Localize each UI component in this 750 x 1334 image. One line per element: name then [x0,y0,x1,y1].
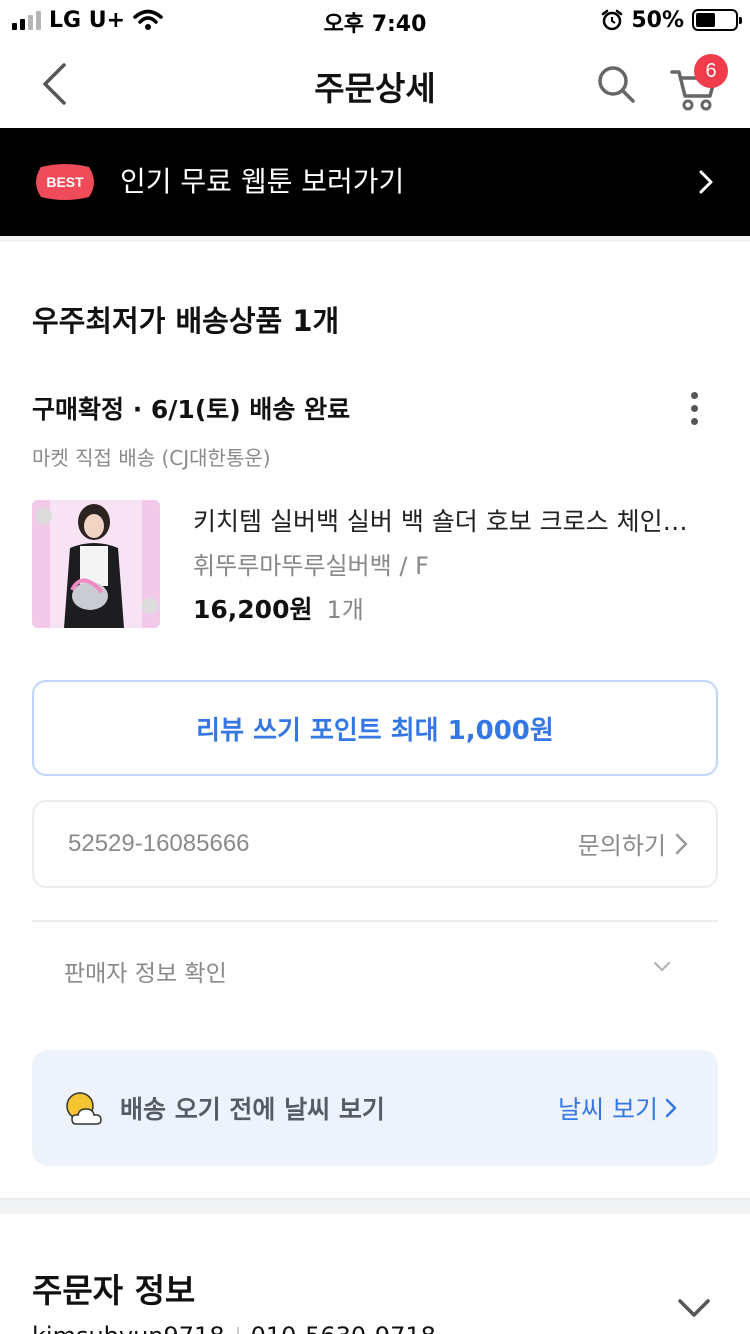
more-dot-icon [690,417,698,425]
product-name[interactable]: 키치템 실버백 실버 백 숄더 호보 크로스 체인… [193,502,693,538]
chevron-down-icon[interactable] [676,1296,712,1320]
seller-info-toggle[interactable]: 판매자 정보 확인 [32,932,718,1004]
seller-info-label: 판매자 정보 확인 [64,961,227,987]
status-bar: LG U+ 오후 7:40 50% [0,0,750,40]
battery-fill [696,13,715,27]
shipping-method: 마켓 직접 배송 (CJ대한통운) [32,446,271,470]
weather-text: 배송 오기 전에 날씨 보기 [120,1095,385,1124]
order-status: 구매확정 · 6/1(토) 배송 완료 [32,395,351,424]
webtoon-banner[interactable]: BEST 인기 무료 웹툰 보러가기 [0,128,750,236]
chevron-right-icon [675,833,688,854]
weather-link[interactable]: 날씨 보기 [558,1090,680,1126]
battery-icon [692,9,742,31]
product-quantity: 1개 [326,596,364,624]
product-image [32,500,160,628]
cart-button[interactable]: 6 [664,54,728,114]
order-number-box: 52529-16085666 문의하기 [32,800,718,888]
best-badge-icon: BEST [36,164,94,200]
more-dot-icon [690,404,698,412]
chevron-right-icon [665,1098,677,1118]
product-price-row: 16,200원 1개 [193,590,364,626]
section-title: 우주최저가 배송상품 1개 [32,304,340,338]
weather-sun-cloud-icon [66,1092,102,1125]
status-right: 50% [601,6,742,34]
write-review-button[interactable]: 리뷰 쓰기 포인트 최대 1,000원 [32,680,718,776]
orderer-id: kimsubyun9718 [32,1322,225,1334]
banner-text: 인기 무료 웹툰 보러가기 [120,165,405,198]
inquiry-button[interactable]: 문의하기 [578,826,692,861]
order-number: 52529-16085666 [68,830,250,857]
product-option: 휘뚜루마뚜루실버백 / F [193,552,429,580]
divider-line [32,920,718,922]
orderer-title: 주문자 정보 [32,1271,196,1310]
search-icon [598,66,635,103]
orderer-phone: 010-5630-9718 [251,1322,436,1334]
inquiry-label: 문의하기 [577,832,666,860]
section-divider [0,1198,750,1214]
battery-percent: 50% [631,7,684,33]
nav-bar: 주문상세 6 [0,40,750,128]
more-dot-icon [690,391,698,399]
chevron-right-icon [699,170,713,194]
weather-link-label: 날씨 보기 [558,1095,658,1124]
section-divider [0,236,750,242]
orderer-info: kimsubyun9718 010-5630-9718 [32,1322,436,1334]
search-button[interactable] [588,58,644,110]
best-badge-label: BEST [46,174,84,190]
chevron-down-icon [653,961,671,972]
weather-card[interactable]: 배송 오기 전에 날씨 보기 날씨 보기 [32,1050,718,1166]
product-thumbnail[interactable] [32,500,160,628]
product-price: 16,200원 [193,595,313,624]
alarm-icon [602,9,623,31]
cart-count-badge: 6 [694,54,728,88]
more-options-button[interactable] [674,388,714,428]
separator [236,1327,239,1334]
